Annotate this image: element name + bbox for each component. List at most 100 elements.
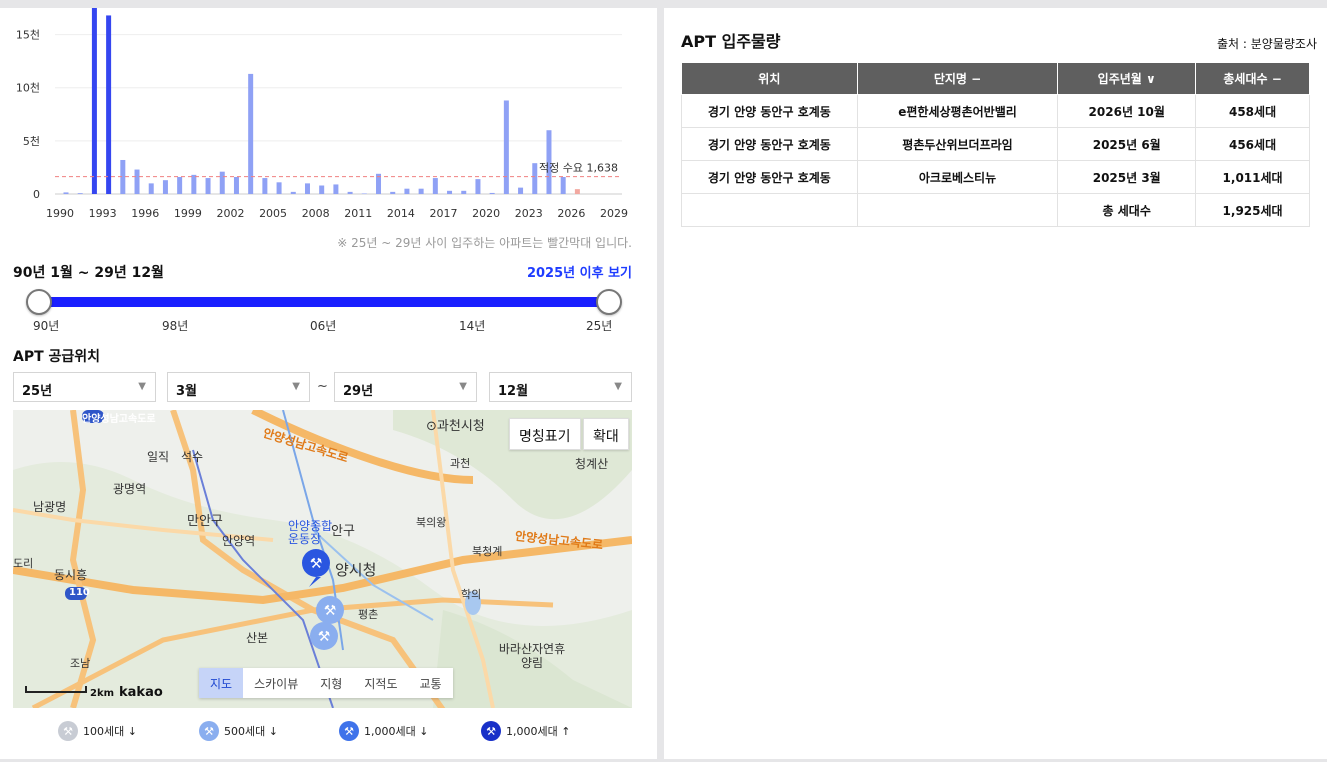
- bar-1996: [148, 183, 154, 194]
- tab-skyview[interactable]: 스카이뷰: [243, 668, 309, 698]
- bar-2020: [489, 192, 495, 194]
- zoom-button[interactable]: 확대: [583, 418, 629, 450]
- slider-start-handle[interactable]: [26, 289, 52, 315]
- slider-label-14: 14년: [459, 319, 486, 333]
- range-title: 90년 1월 ~ 29년 12월: [13, 265, 164, 281]
- chevron-down-icon: ▼: [459, 381, 467, 392]
- svg-text:⚒: ⚒: [63, 725, 73, 738]
- total-value: 1,925세대: [1195, 193, 1310, 227]
- col-move-in[interactable]: 입주년월 ∨: [1057, 62, 1197, 95]
- after-2025-link[interactable]: 2025년 이후 보기: [527, 262, 632, 281]
- bar-2006: [290, 191, 296, 194]
- slider-label-06: 06년: [310, 319, 337, 333]
- bar-1990: [63, 192, 69, 194]
- table-total-row: 총 세대수 1,925세대: [681, 193, 1310, 227]
- svg-text:⚒: ⚒: [318, 629, 331, 645]
- col-households[interactable]: 총세대수 −: [1195, 62, 1310, 95]
- kakao-logo: kakao: [119, 685, 163, 700]
- map-label: 남광명: [33, 500, 67, 514]
- map-label: 만안구: [187, 514, 223, 529]
- bar-2015: [418, 188, 424, 194]
- tab-traffic[interactable]: 교통: [408, 668, 452, 698]
- to-year-select[interactable]: 29년 ▼: [334, 372, 477, 402]
- x-tick-label: 2017: [430, 207, 458, 220]
- svg-text:⚒: ⚒: [344, 725, 354, 738]
- legend-label: 1,000세대 ↓: [364, 725, 429, 738]
- map-label: 동시흥: [54, 568, 88, 582]
- cell-move-in: 2025년 3월: [1057, 160, 1197, 194]
- bar-2014: [404, 188, 410, 194]
- bar-2007: [304, 183, 310, 194]
- col-location[interactable]: 위치: [681, 62, 858, 95]
- cell-complex: 평촌두산위브더프라임: [856, 127, 1059, 161]
- x-tick-label: 2014: [387, 207, 415, 220]
- tab-terrain[interactable]: 지형: [309, 668, 353, 698]
- bar-2002: [233, 176, 239, 194]
- map-label: 도리: [13, 557, 34, 570]
- bar-2018: [461, 190, 467, 194]
- cell-move-in: 2025년 6월: [1057, 127, 1197, 161]
- to-month-select[interactable]: 12월 ▼: [489, 372, 632, 402]
- map-label: 조남: [70, 657, 91, 670]
- range-tilde: ~: [317, 379, 328, 394]
- bar-2019: [475, 179, 481, 194]
- map-label: 일직: [147, 450, 170, 464]
- legend-label: 100세대 ↓: [83, 725, 137, 738]
- map-label: 과천: [450, 457, 471, 470]
- y-tick-label: 5천: [23, 134, 40, 148]
- from-month-select[interactable]: 3월 ▼: [167, 372, 310, 402]
- bar-2013: [390, 191, 396, 194]
- y-tick-label: 10천: [16, 81, 40, 95]
- cell-location: 경기 안양 동안구 호계동: [681, 127, 858, 161]
- bar-1998: [177, 176, 183, 194]
- bar-2021: [503, 100, 509, 194]
- map-label: 안양역: [222, 534, 256, 548]
- year-range-slider[interactable]: [26, 289, 622, 315]
- map-label: 광명역: [113, 482, 147, 496]
- marker-lightblue-icon: ⚒: [199, 721, 219, 741]
- x-tick-label: 1999: [174, 207, 202, 220]
- legend-label: 1,000세대 ↑: [506, 725, 571, 738]
- marker-gray-icon: ⚒: [58, 721, 78, 741]
- x-tick-label: 2023: [515, 207, 543, 220]
- svg-text:⚒: ⚒: [486, 725, 496, 738]
- marker-blue-icon: ⚒: [339, 721, 359, 741]
- map-label: 청계산: [575, 457, 609, 471]
- cell-households: 458세대: [1195, 94, 1310, 128]
- cell-empty: [681, 193, 858, 227]
- table-row[interactable]: 경기 안양 동안구 호계동 아크로베스티뉴 2025년 3월 1,011세대: [681, 160, 1310, 194]
- bar-2008: [319, 185, 325, 194]
- map-label: 바라산자연휴양림: [498, 642, 566, 670]
- bar-1992: [91, 8, 97, 194]
- table-title: APT 입주물량: [681, 32, 781, 51]
- bar-2016: [432, 178, 438, 194]
- left-panel: 0 5천 10천 15천 1990 1993 1996 1999 2002 2005 2008 201…: [0, 8, 657, 759]
- slider-track: [38, 297, 610, 307]
- show-names-button[interactable]: 명칭표기: [509, 418, 581, 450]
- map-type-tabs: 지도 스카이뷰 지형 지적도 교통: [199, 668, 453, 698]
- svg-text:⚒: ⚒: [324, 603, 337, 619]
- table-row[interactable]: 경기 안양 동안구 호계동 평촌두산위브더프라임 2025년 6월 456세대: [681, 127, 1310, 161]
- x-tick-label: 2005: [259, 207, 287, 220]
- route-42-label: 110: [69, 587, 90, 598]
- cell-complex: 아크로베스티뉴: [856, 160, 1059, 194]
- from-year-select[interactable]: 25년 ▼: [13, 372, 156, 402]
- legend-100: ⚒ 100세대 ↓: [57, 718, 137, 744]
- bar-1995: [134, 169, 140, 194]
- route-110-label: 안양성남고속도로: [82, 414, 156, 425]
- slider-end-handle[interactable]: [596, 289, 622, 315]
- tab-cadastral[interactable]: 지적도: [353, 668, 408, 698]
- cell-households: 456세대: [1195, 127, 1310, 161]
- supply-map[interactable]: ⚒ ⚒ ⚒ 안양성남고속도로 110 ⊙과천시청 과천 청계산 일직 석수 광명…: [13, 410, 632, 708]
- y-tick-label: 15천: [16, 28, 40, 42]
- bar-2023: [532, 163, 538, 194]
- x-tick-label: 2026: [557, 207, 585, 220]
- cell-complex: e편한세상평촌어반밸리: [856, 94, 1059, 128]
- cell-households: 1,011세대: [1195, 160, 1310, 194]
- bar-2025: [560, 176, 566, 194]
- cell-move-in: 2026년 10월: [1057, 94, 1197, 128]
- reference-label: 적정 수요 1,638: [539, 162, 618, 175]
- tab-map[interactable]: 지도: [199, 668, 244, 698]
- col-complex[interactable]: 단지명 −: [856, 62, 1059, 95]
- table-row[interactable]: 경기 안양 동안구 호계동 e편한세상평촌어반밸리 2026년 10월 458세…: [681, 94, 1310, 128]
